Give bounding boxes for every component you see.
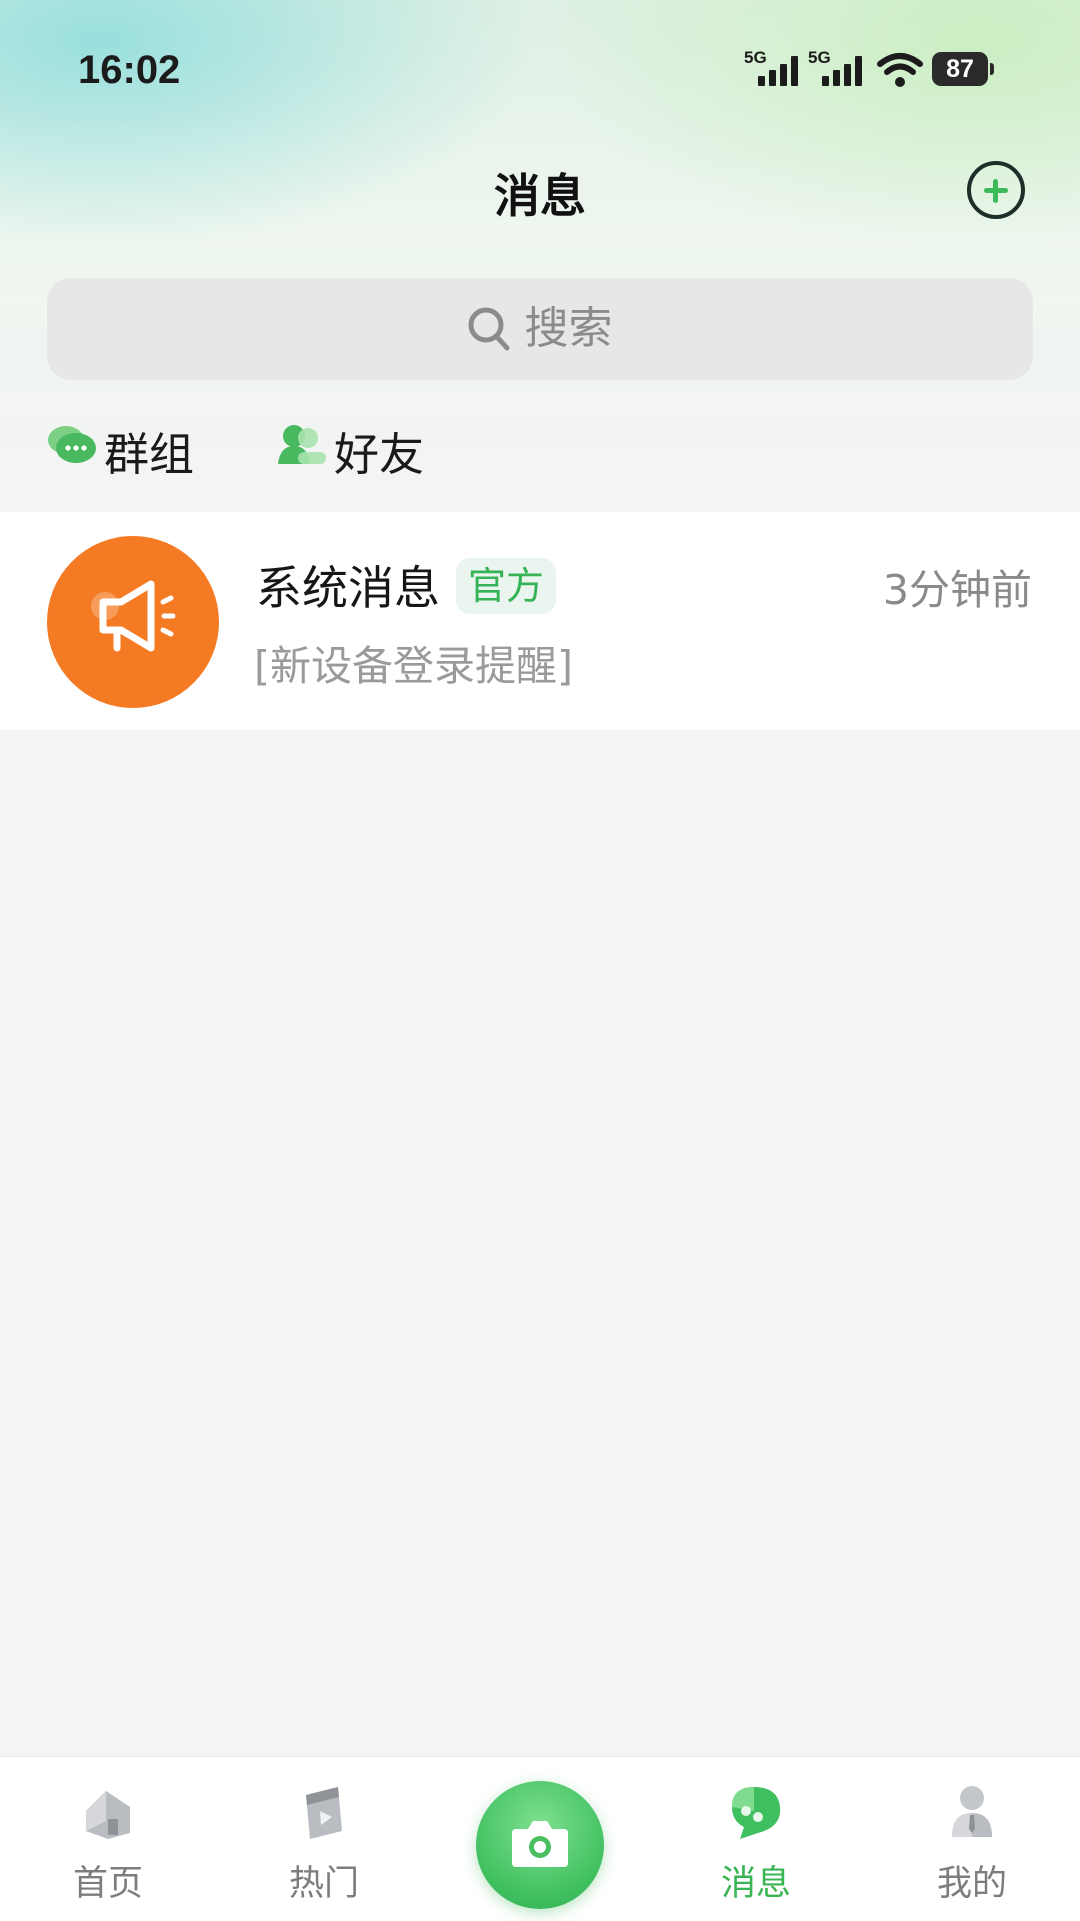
groups-link[interactable]: 群组 <box>46 418 206 481</box>
conversation-time: 3分钟前 <box>882 566 1032 614</box>
profile-icon <box>952 1786 992 1837</box>
add-icon[interactable] <box>967 161 1025 219</box>
conversation-preview: [新设备登录提醒] <box>254 642 573 690</box>
search-icon <box>468 307 510 351</box>
status-bar: 16:02 5G 5G 87 <box>0 0 1080 140</box>
tab-profile[interactable]: 我的 <box>882 1757 1062 1921</box>
tab-messages[interactable]: 消息 <box>666 1757 846 1921</box>
friends-icon <box>278 425 326 464</box>
megaphone-icon <box>91 580 176 652</box>
status-time: 16:02 <box>78 48 181 92</box>
friends-link[interactable]: 好友 <box>276 418 436 481</box>
signal-icon-2: 5G <box>808 48 868 90</box>
wifi-icon <box>877 53 923 87</box>
avatar <box>47 536 219 708</box>
message-icon <box>732 1787 781 1839</box>
battery-indicator: 87 <box>932 52 994 86</box>
bottom-tab-bar: 首页 热门 消息 我的 <box>0 1756 1080 1921</box>
tab-home-label: 首页 <box>72 1864 143 1904</box>
tab-messages-label: 消息 <box>720 1864 791 1904</box>
video-icon <box>306 1787 342 1839</box>
group-chat-icon <box>48 426 96 463</box>
tab-home[interactable]: 首页 <box>18 1757 198 1921</box>
home-icon <box>86 1791 130 1839</box>
camera-button[interactable] <box>476 1781 604 1909</box>
search-placeholder: 搜索 <box>524 303 613 354</box>
tab-profile-label: 我的 <box>936 1864 1007 1904</box>
network-type-label: 5G <box>744 48 767 67</box>
groups-label: 群组 <box>104 428 195 481</box>
friends-label: 好友 <box>334 428 425 481</box>
tab-hot-label: 热门 <box>288 1864 359 1904</box>
conversation-name: 系统消息 <box>256 561 440 615</box>
official-badge: 官方 <box>456 558 557 614</box>
page-title: 消息 <box>494 169 586 223</box>
signal-icon: 5G <box>744 48 804 90</box>
tab-hot[interactable]: 热门 <box>234 1757 414 1921</box>
network-type-label-2: 5G <box>808 48 831 67</box>
camera-icon <box>512 1821 568 1867</box>
search-bar[interactable]: 搜索 <box>47 278 1033 380</box>
conversation-item[interactable]: 系统消息 官方 3分钟前 [新设备登录提醒] <box>0 512 1080 730</box>
